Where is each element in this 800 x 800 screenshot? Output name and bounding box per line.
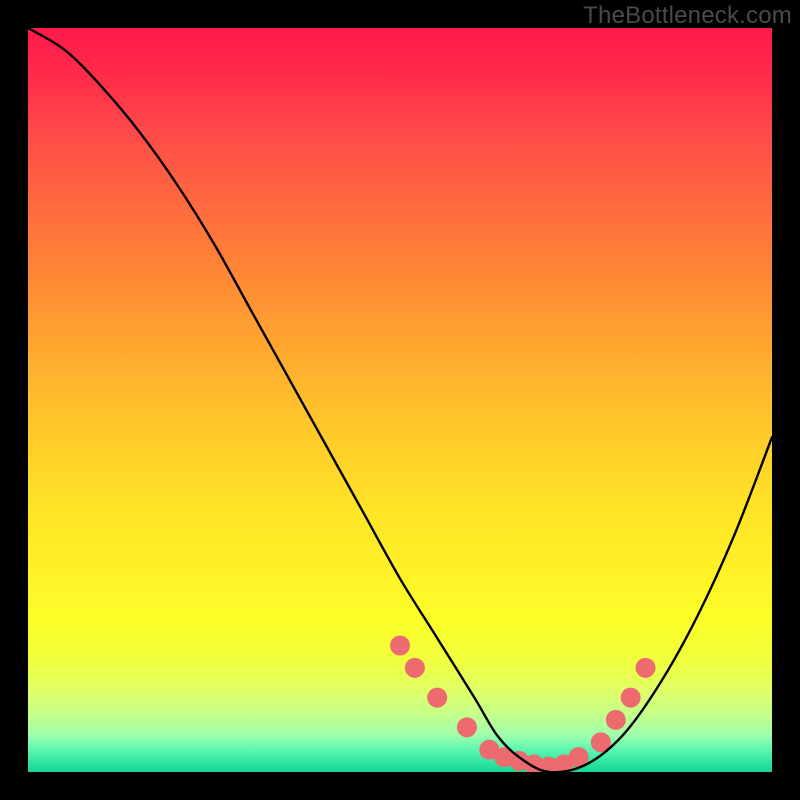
marker-dot [606,710,626,730]
marker-dot [390,636,410,656]
chart-frame: TheBottleneck.com [0,0,800,800]
chart-svg [28,28,772,772]
marker-dot [621,688,641,708]
marker-dot [405,658,425,678]
marker-dot [457,717,477,737]
bottleneck-curve [28,28,772,772]
marker-dots [390,636,656,772]
watermark-text: TheBottleneck.com [583,2,792,30]
marker-dot [636,658,656,678]
marker-dot [427,688,447,708]
plot-area [28,28,772,772]
